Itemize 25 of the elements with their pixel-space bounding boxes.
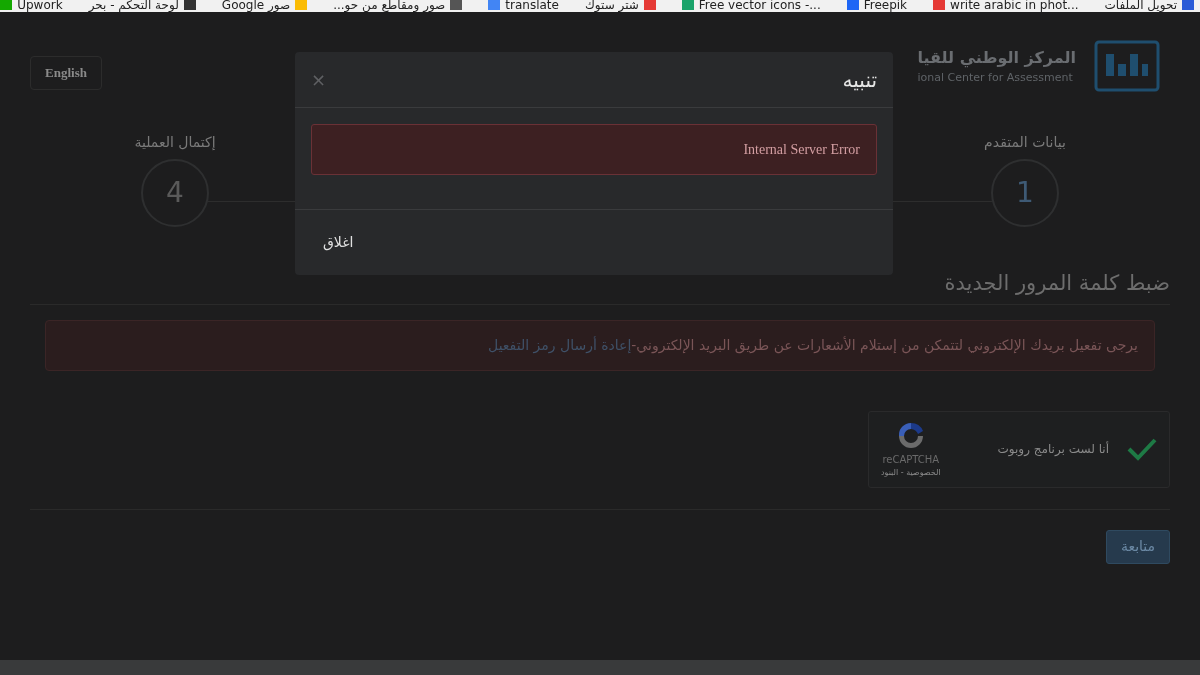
bookmark[interactable]: لوحة التحكم - بحر — [88, 0, 196, 11]
error-message: Internal Server Error — [311, 124, 877, 175]
bookmark[interactable]: write arabic in phot... — [933, 0, 1079, 11]
page-heading: ضبط كلمة المرور الجديدة — [944, 271, 1170, 295]
captcha-label: أنا لست برنامج روبوت — [997, 440, 1109, 458]
recaptcha-terms[interactable]: الخصوصية - البنود — [881, 466, 941, 479]
logo-title: المركز الوطني للقيا — [917, 46, 1076, 70]
close-dialog-button[interactable]: اغلاق — [311, 226, 366, 259]
check-icon — [1127, 437, 1157, 461]
bookmark[interactable]: translate — [488, 0, 559, 11]
step-label: إكتمال العملية — [134, 133, 216, 152]
bookmark[interactable]: تحويل الملفات — [1104, 0, 1194, 11]
logo-subtitle: ional Center for Assessment — [917, 69, 1073, 86]
alert-message: يرجى تفعيل بريدك الإلكتروني لتتمكن من إستلام الأشعارات عن طريق البريد الإلكتروني-إعادة أرسال رمز التفعيل — [45, 319, 1155, 371]
language-button[interactable]: English — [30, 56, 102, 90]
recaptcha-brand: reCAPTCHA — [882, 452, 940, 467]
bookmark[interactable]: Free vector icons -... — [681, 0, 821, 11]
bookmark[interactable]: Upwork — [0, 0, 63, 11]
logo-icon — [1094, 40, 1160, 92]
bookmark[interactable]: صور ومقاطع من حو... — [333, 0, 463, 11]
bookmark[interactable]: شتر ستوك — [584, 0, 656, 11]
bookmark[interactable]: Freepik — [846, 0, 908, 11]
step-label: بيانات المتقدم — [984, 133, 1066, 152]
bookmark[interactable]: صور Google — [221, 0, 308, 11]
dialog-title: تنبيه — [842, 66, 877, 94]
